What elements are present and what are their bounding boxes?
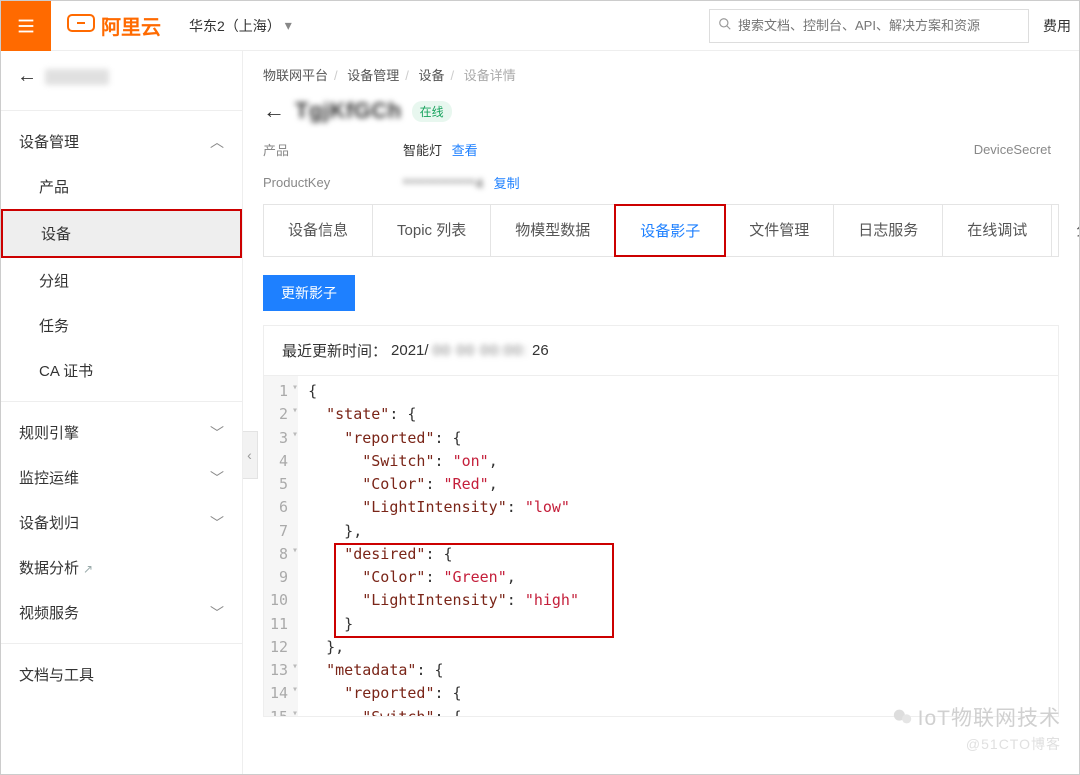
sidebar-group-ops[interactable]: 监控运维 ﹀ <box>1 455 242 500</box>
search-box[interactable] <box>709 9 1029 43</box>
device-meta: 产品 智能灯 查看 DeviceSecret ProductKey ******… <box>243 134 1079 204</box>
meta-product-key: 产品 <box>263 140 403 159</box>
update-shadow-button[interactable]: 更新影子 <box>263 275 355 311</box>
tab-topic-list[interactable]: Topic 列表 <box>373 205 491 256</box>
sidebar-collapse-toggle[interactable]: ‹ <box>243 431 258 479</box>
device-name: TgjKfGCh <box>295 98 402 124</box>
sidebar-back[interactable]: ← <box>1 51 242 102</box>
view-link[interactable]: 查看 <box>452 143 478 158</box>
tab-group[interactable]: 分组 <box>1052 205 1079 256</box>
updated-blurred: 00 00 00:00: <box>433 342 528 359</box>
updated-suffix: 26 <box>532 342 549 359</box>
sidebar-group-device-mgmt[interactable]: 设备管理 ︿ <box>1 119 242 164</box>
search-icon <box>718 17 732 34</box>
updated-prefix: 2021/ <box>391 342 429 359</box>
sidebar-group-label: 设备划归 <box>19 512 79 533</box>
search-input[interactable] <box>738 18 1020 33</box>
breadcrumb: 物联网平台/ 设备管理/ 设备/ 设备详情 <box>243 51 1079 90</box>
region-selector[interactable]: 华东2（上海） ▾ <box>189 16 292 36</box>
top-bar: 阿里云 华东2（上海） ▾ 费用 <box>1 1 1079 51</box>
sidebar-subgroup: 产品 设备 分组 任务 CA 证书 <box>1 164 242 393</box>
sidebar-item-ca[interactable]: CA 证书 <box>1 348 242 393</box>
tab-file-mgmt[interactable]: 文件管理 <box>725 205 834 256</box>
shadow-card: 最近更新时间： 2021/ 00 00 00:00: 26 1234567891… <box>263 325 1059 717</box>
sidebar-group-rule-engine[interactable]: 规则引擎 ﹀ <box>1 410 242 455</box>
breadcrumb-item[interactable]: 设备管理 <box>347 68 399 83</box>
sidebar-item-task[interactable]: 任务 <box>1 303 242 348</box>
copy-link[interactable]: 复制 <box>494 176 520 191</box>
external-link-icon: ↗ <box>83 562 93 576</box>
tab-device-info[interactable]: 设备信息 <box>264 205 373 256</box>
tabs: 设备信息 Topic 列表 物模型数据 设备影子 文件管理 日志服务 在线调试 … <box>263 204 1059 257</box>
chevron-down-icon: ﹀ <box>210 423 224 443</box>
meta-pk-value: ************4 复制 <box>403 173 799 192</box>
meta-pk-key: ProductKey <box>263 175 403 190</box>
sidebar-item-group[interactable]: 分组 <box>1 258 242 303</box>
wechat-icon <box>892 706 914 728</box>
sidebar-back-label <box>45 69 109 85</box>
chevron-up-icon: ︿ <box>210 132 224 152</box>
tab-log-service[interactable]: 日志服务 <box>834 205 943 256</box>
back-button[interactable]: ← <box>263 98 285 124</box>
watermark: IoT物联网技术 @51CTO博客 <box>892 702 1061 754</box>
sidebar-group-label: 规则引擎 <box>19 422 79 443</box>
watermark-line1: IoT物联网技术 <box>918 702 1061 732</box>
brand-logo[interactable]: 阿里云 <box>67 11 161 40</box>
line-gutter: 12345678910111213141516171819 <box>264 376 298 716</box>
sidebar-group-label: 文档与工具 <box>19 664 94 685</box>
chevron-down-icon: ﹀ <box>210 468 224 488</box>
card-header: 最近更新时间： 2021/ 00 00 00:00: 26 <box>264 326 1058 376</box>
brand-icon <box>67 12 95 40</box>
chevron-down-icon: ﹀ <box>210 513 224 533</box>
main-content: ‹ 物联网平台/ 设备管理/ 设备/ 设备详情 ← TgjKfGCh 在线 产品… <box>243 51 1079 774</box>
page-title-row: ← TgjKfGCh 在线 <box>243 90 1079 134</box>
sidebar-group-video[interactable]: 视频服务 ﹀ <box>1 590 242 635</box>
json-editor: 12345678910111213141516171819 { "state":… <box>264 376 1058 716</box>
updated-label: 最近更新时间： <box>282 340 387 361</box>
sidebar-item-product[interactable]: 产品 <box>1 164 242 209</box>
sidebar-item-device[interactable]: 设备 <box>1 209 242 258</box>
arrow-left-icon: ← <box>17 65 37 88</box>
tab-model-data[interactable]: 物模型数据 <box>491 205 615 256</box>
region-label: 华东2（上海） <box>189 16 281 36</box>
chevron-down-icon: ▾ <box>285 17 292 34</box>
sidebar-group-data-analysis[interactable]: 数据分析↗ <box>1 545 242 590</box>
sidebar-group-docs[interactable]: 文档与工具 <box>1 652 242 697</box>
breadcrumb-current: 设备详情 <box>464 68 516 83</box>
sidebar-group-label: 数据分析↗ <box>19 557 93 578</box>
tab-device-shadow[interactable]: 设备影子 <box>614 204 726 257</box>
meta-devicesecret-key: DeviceSecret <box>799 142 1059 157</box>
online-status-badge: 在线 <box>412 101 452 122</box>
meta-product-value: 智能灯 查看 <box>403 140 799 159</box>
chevron-down-icon: ﹀ <box>210 603 224 623</box>
sidebar-group-label: 设备管理 <box>19 131 79 152</box>
sidebar-group-label: 监控运维 <box>19 467 79 488</box>
sidebar-group-device-attr[interactable]: 设备划归 ﹀ <box>1 500 242 545</box>
tab-online-debug[interactable]: 在线调试 <box>943 205 1052 256</box>
fee-link[interactable]: 费用 <box>1043 16 1071 36</box>
sidebar: ← 设备管理 ︿ 产品 设备 分组 任务 CA 证书 规则引擎 ﹀ 监控运维 ﹀… <box>1 51 243 774</box>
breadcrumb-item[interactable]: 设备 <box>419 68 445 83</box>
hamburger-icon[interactable] <box>1 1 51 51</box>
breadcrumb-item[interactable]: 物联网平台 <box>263 68 328 83</box>
watermark-line2: @51CTO博客 <box>966 734 1061 754</box>
sidebar-group-label: 视频服务 <box>19 602 79 623</box>
json-code[interactable]: { "state": { "reported": { "Switch": "on… <box>298 376 1058 716</box>
brand-text: 阿里云 <box>101 11 161 40</box>
